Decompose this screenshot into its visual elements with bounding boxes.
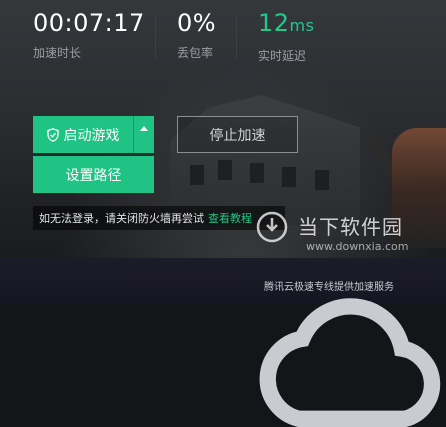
footer-service-text: 腾讯云极速专线提供加速服务 xyxy=(264,282,394,293)
triangle-up-icon xyxy=(140,126,148,131)
start-game-label: 启动游戏 xyxy=(63,127,120,144)
shield-icon xyxy=(46,127,59,142)
cloud-icon xyxy=(259,298,441,427)
stat-packet-loss: 0% 丢包率 xyxy=(177,8,216,61)
stat-duration: 00:07:17 加速时长 xyxy=(33,8,145,61)
login-tip: 如无法登录，请关闭防火墙再尝试 查看教程 xyxy=(33,206,285,230)
set-route-button[interactable]: 设置路径 xyxy=(33,156,154,193)
stats-bar: 00:07:17 加速时长 0% 丢包率 12ms 实时延迟 xyxy=(0,0,446,70)
duration-value: 00:07:17 xyxy=(33,9,145,37)
stat-divider xyxy=(155,14,156,60)
stop-acceleration-label: 停止加速 xyxy=(209,127,266,144)
tutorial-link[interactable]: 查看教程 xyxy=(208,210,252,226)
stat-latency: 12ms 实时延迟 xyxy=(258,8,314,64)
packet-loss-label: 丢包率 xyxy=(177,46,214,60)
latency-unit: ms xyxy=(289,16,315,35)
latency-value: 12ms xyxy=(258,8,314,41)
latency-number: 12 xyxy=(258,9,290,37)
stat-divider xyxy=(236,14,237,60)
watermark-logo-icon xyxy=(256,211,288,243)
start-options-dropdown[interactable] xyxy=(134,116,154,153)
set-route-label: 设置路径 xyxy=(65,167,122,184)
packet-loss-value: 0% xyxy=(177,9,217,37)
start-game-button[interactable]: 启动游戏 xyxy=(33,116,134,153)
watermark-url: www.downxia.com xyxy=(306,240,409,253)
tip-text: 如无法登录，请关闭防火墙再尝试 xyxy=(39,212,204,225)
duration-label: 加速时长 xyxy=(33,46,82,60)
latency-label: 实时延迟 xyxy=(258,49,307,63)
stop-acceleration-button[interactable]: 停止加速 xyxy=(177,116,298,153)
watermark-brand: 当下软件园 xyxy=(298,215,403,239)
